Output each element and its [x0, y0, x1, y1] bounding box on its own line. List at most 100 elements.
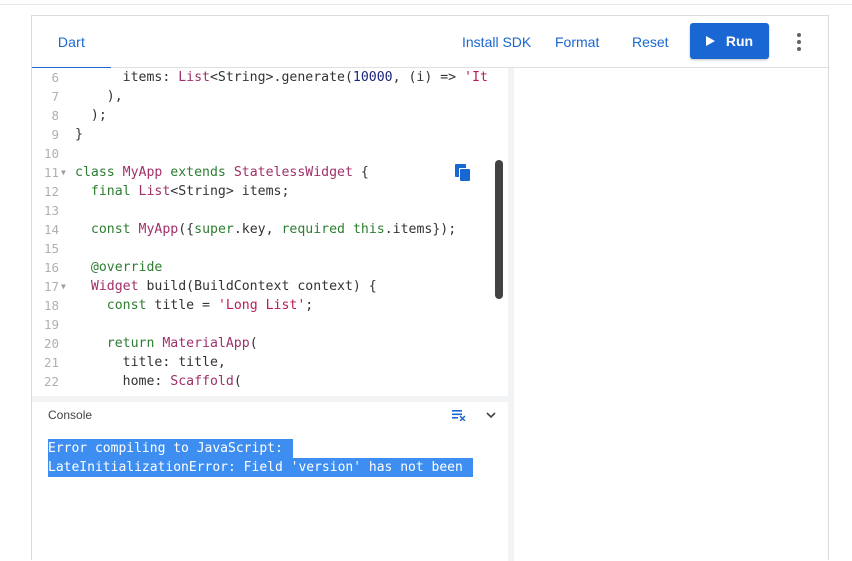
tab-dart[interactable]: Dart	[32, 16, 111, 69]
code-token: @override	[75, 260, 163, 275]
line-number: 12	[43, 184, 59, 199]
chevron-down-icon[interactable]	[484, 408, 498, 422]
code-line: 17 ▼ Widget build(BuildContext context) {	[32, 277, 508, 296]
code-token: const	[75, 298, 155, 313]
code-line: 21 title: title,	[32, 353, 508, 372]
code-line: 14 const MyApp({super.key, required this…	[32, 220, 508, 239]
more-vert-icon[interactable]	[792, 30, 806, 54]
code-token: Widget	[75, 279, 147, 294]
line-number: 17	[43, 279, 59, 294]
code-token: (	[233, 374, 242, 389]
code-token: List	[138, 184, 171, 199]
code-token: <String>.generate(	[209, 70, 353, 85]
code-text: ),	[75, 87, 123, 106]
code-token: title: title,	[75, 355, 226, 370]
code-token: List	[178, 70, 210, 85]
run-button-label: Run	[725, 33, 754, 49]
code-text: class MyApp extends StatelessWidget {	[75, 163, 369, 182]
code-token: );	[75, 108, 107, 123]
play-icon	[705, 36, 715, 46]
code-line: 13	[32, 201, 508, 220]
line-number: 18	[43, 298, 59, 313]
code-token: super	[194, 222, 234, 237]
code-text: home: Scaffold(	[75, 372, 242, 391]
code-text: const MyApp({super.key, required this.it…	[75, 220, 456, 239]
code-token: 'It	[464, 70, 488, 85]
code-token: 'Long List'	[217, 298, 306, 313]
code-token: <String> items;	[170, 184, 290, 199]
code-token: {	[352, 165, 369, 180]
code-text: title: title,	[75, 353, 226, 372]
output-pane	[514, 68, 828, 561]
code-line: 10	[32, 144, 508, 163]
code-token: Scaffold	[170, 374, 234, 389]
line-number: 22	[43, 374, 59, 389]
code-line: 11 ▼ class MyApp extends StatelessWidget {	[32, 163, 508, 182]
line-number: 13	[43, 203, 59, 218]
install-sdk-button[interactable]: Install SDK	[462, 16, 531, 68]
clear-console-icon[interactable]	[452, 409, 466, 421]
code-token: class	[75, 165, 123, 180]
code-token: ({	[178, 222, 195, 237]
line-number: 7	[51, 89, 59, 104]
console-line: Error compiling to JavaScript:	[48, 439, 293, 458]
line-number: 19	[43, 317, 59, 332]
code-line: 22 home: Scaffold(	[32, 372, 508, 391]
line-number: 14	[43, 222, 59, 237]
code-line: 20 return MaterialApp(	[32, 334, 508, 353]
code-editor[interactable]: 22 home: Scaffold(21 title: title, 20 ret…	[32, 68, 508, 396]
code-token: title =	[154, 298, 218, 313]
code-token: const	[75, 222, 139, 237]
dartpad-frame: Dart Install SDK Format Reset Run 22 hom…	[31, 15, 829, 561]
code-token: 10000	[352, 70, 393, 85]
code-text: );	[75, 106, 107, 125]
line-number: 11	[43, 165, 59, 180]
line-number: 16	[43, 260, 59, 275]
fold-toggle-icon[interactable]: ▼	[61, 277, 66, 296]
vertical-scrollbar[interactable]	[495, 160, 503, 299]
code-token: MaterialApp	[162, 336, 250, 351]
code-token: ),	[75, 89, 123, 104]
code-token: StatelessWidget	[233, 165, 353, 180]
fold-toggle-icon[interactable]: ▼	[61, 163, 66, 182]
code-token: , (i) =>	[392, 70, 465, 85]
code-line: 19	[32, 315, 508, 334]
code-line: 7 ),	[32, 87, 508, 106]
code-token: items:	[75, 70, 179, 85]
code-token: return	[75, 336, 163, 351]
code-token: (	[249, 336, 258, 351]
line-number: 10	[43, 146, 59, 161]
code-text: const title = 'Long List';	[75, 296, 313, 315]
code-token: this	[352, 222, 385, 237]
console-title: Console	[48, 408, 93, 422]
code-line: 6 items: List<String>.generate(10000, (i…	[32, 68, 508, 87]
code-line: 18 const title = 'Long List';	[32, 296, 508, 315]
top-strip	[0, 0, 852, 5]
code-token: MyApp	[138, 222, 179, 237]
code-text: items: List<String>.generate(10000, (i) …	[75, 68, 488, 87]
code-text: @override	[75, 258, 162, 277]
console-line: LateInitializationError: Field 'version'…	[48, 458, 473, 477]
code-token: MyApp	[122, 165, 171, 180]
toolbar: Dart Install SDK Format Reset Run	[32, 16, 828, 69]
code-token: required	[281, 222, 353, 237]
code-text: final List<String> items;	[75, 182, 290, 201]
line-number: 20	[43, 336, 59, 351]
code-text: return MaterialApp(	[75, 334, 258, 353]
copy-icon[interactable]	[455, 164, 471, 182]
reset-button[interactable]: Reset	[632, 16, 669, 68]
line-number: 6	[51, 70, 59, 85]
code-line: 8 );	[32, 106, 508, 125]
code-token: ;	[305, 298, 314, 313]
line-number: 9	[51, 127, 59, 142]
tab-dart-label: Dart	[57, 34, 86, 50]
line-number: 8	[51, 108, 59, 123]
format-button[interactable]: Format	[555, 16, 599, 68]
code-token: .items});	[384, 222, 457, 237]
run-button[interactable]: Run	[690, 23, 769, 59]
code-line: 15	[32, 239, 508, 258]
code-token: build(BuildContext context) {	[146, 279, 377, 294]
code-token: final	[75, 184, 139, 199]
code-line: 12 final List<String> items;	[32, 182, 508, 201]
code-line: 16 @override	[32, 258, 508, 277]
